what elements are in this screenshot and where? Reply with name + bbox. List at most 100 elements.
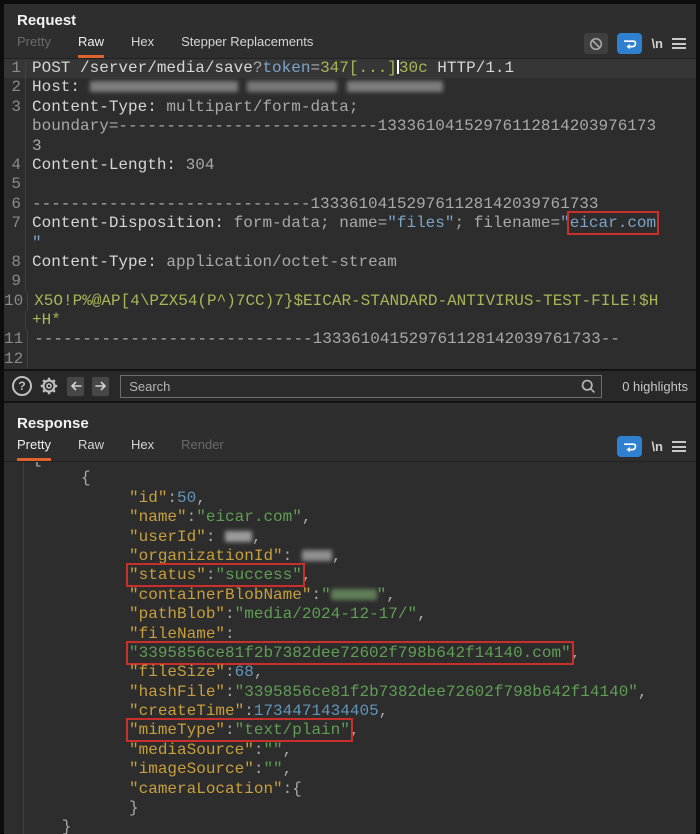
word-wrap-toggle-icon[interactable] [617, 436, 642, 457]
line-number: 1 [4, 59, 26, 78]
line-number [4, 547, 24, 566]
tab-pretty[interactable]: Pretty [17, 433, 51, 461]
code-line: "cameraLocation":{ [4, 780, 696, 799]
search-next-button[interactable] [91, 376, 110, 397]
code-text: { [24, 469, 91, 488]
tab-hex[interactable]: Hex [131, 433, 154, 461]
search-field-wrap [120, 375, 602, 398]
tab-raw[interactable]: Raw [78, 30, 104, 58]
code-text [26, 175, 32, 194]
code-line: "userId": , [4, 528, 696, 547]
code-text: "status":"success", [24, 566, 311, 585]
line-number [4, 663, 24, 682]
redacted-text [247, 81, 337, 92]
code-text: -----------------------------13336104152… [28, 330, 620, 349]
editor-menu-icon[interactable] [672, 441, 686, 452]
code-line: " [4, 234, 696, 253]
redacted-text [331, 589, 377, 600]
line-number [4, 508, 24, 527]
line-number [4, 799, 24, 818]
line-number: 12 [4, 350, 28, 369]
redacted-text [347, 81, 443, 92]
code-line: 2Host: [4, 78, 696, 97]
search-input[interactable] [120, 375, 602, 398]
code-text: "cameraLocation":{ [24, 780, 302, 799]
response-tabs: PrettyRawHexRender [4, 433, 617, 461]
line-number: 6 [4, 195, 26, 214]
line-number: 5 [4, 175, 26, 194]
line-number [4, 311, 26, 330]
search-magnifier-icon [580, 378, 597, 400]
code-line: "fileSize":68, [4, 663, 696, 682]
tab-stepper-replacements[interactable]: Stepper Replacements [181, 30, 313, 58]
code-line: boundary=---------------------------1333… [4, 117, 696, 136]
response-panel-title: Response [4, 403, 696, 435]
code-line: "pathBlob":"media/2024-12-17/", [4, 605, 696, 624]
code-text [28, 350, 34, 369]
line-number: 9 [4, 272, 26, 291]
code-text: "userId": , [24, 528, 262, 547]
line-number [4, 234, 26, 253]
request-panel-title: Request [4, 4, 696, 32]
line-number [4, 741, 24, 760]
request-panel: Request Pretty Raw Hex Stepper Replacements [4, 4, 696, 369]
code-text: POST /server/media/save?token=347[...]30… [26, 59, 514, 78]
tab-pretty: Pretty [17, 30, 51, 58]
newline-toggle-icon[interactable]: \n [651, 36, 663, 51]
line-number [4, 760, 24, 779]
search-settings-gear-icon[interactable] [38, 375, 60, 397]
non-printable-toggle-icon[interactable] [584, 33, 608, 54]
code-text: "name":"eicar.com", [24, 508, 311, 527]
code-line: 8Content-Type: application/octet-stream [4, 253, 696, 272]
code-line: 9 [4, 272, 696, 291]
highlight-box: eicar.com [570, 214, 656, 232]
code-line: } [4, 818, 696, 834]
code-line: [ [4, 462, 696, 469]
code-line: "mimeType":"text/plain", [4, 721, 696, 740]
help-icon[interactable]: ? [12, 376, 32, 396]
line-number: 11 [4, 330, 28, 349]
code-text: "imageSource":"", [24, 760, 292, 779]
search-previous-button[interactable] [66, 376, 85, 397]
response-tabbar: PrettyRawHexRender \n [4, 435, 696, 462]
word-wrap-toggle-icon[interactable] [617, 33, 642, 54]
code-text: Content-Disposition: form-data; name="fi… [26, 214, 656, 233]
code-text: "containerBlobName":"", [24, 586, 396, 605]
code-line: 4Content-Length: 304 [4, 156, 696, 175]
editor-menu-icon[interactable] [672, 38, 686, 49]
line-number [4, 489, 24, 508]
code-text: } [24, 818, 71, 834]
line-number [4, 462, 24, 469]
code-text: [ [24, 462, 43, 469]
code-line: 10X5O!P%@AP[4\PZX54(P^)7CC)7}$EICAR-STAN… [4, 292, 696, 311]
line-number [4, 137, 26, 156]
line-number [4, 818, 24, 834]
code-text: "mimeType":"text/plain", [24, 721, 359, 740]
highlight-box: "3395856ce81f2b7382dee72602f798b642f1414… [129, 644, 571, 662]
code-text: "id":50, [24, 489, 206, 508]
code-text: +H* [26, 311, 61, 330]
request-editor[interactable]: 1POST /server/media/save?token=347[...]3… [4, 59, 696, 369]
response-panel: Response PrettyRawHexRender \n [ { "id":… [4, 403, 696, 834]
code-text: } [24, 799, 139, 818]
tab-raw[interactable]: Raw [78, 433, 104, 461]
code-text: "fileSize":68, [24, 663, 263, 682]
code-line: "mediaSource":"", [4, 741, 696, 760]
code-line: 3 [4, 137, 696, 156]
response-toolbar: \n [617, 436, 696, 461]
line-number: 4 [4, 156, 26, 175]
redacted-text [90, 81, 238, 92]
highlights-count: 0 highlights [622, 379, 688, 394]
search-bar: ? [4, 369, 696, 403]
line-number [4, 605, 24, 624]
code-line: { [4, 469, 696, 488]
code-line: 11-----------------------------133361041… [4, 330, 696, 349]
redacted-text [302, 550, 332, 561]
newline-toggle-icon[interactable]: \n [651, 439, 663, 454]
code-line: 6-----------------------------1333610415… [4, 195, 696, 214]
tab-hex[interactable]: Hex [131, 30, 154, 58]
request-tabbar: Pretty Raw Hex Stepper Replacements \n [4, 32, 696, 59]
response-editor[interactable]: [ { "id":50, "name":"eicar.com", "userId… [4, 462, 696, 834]
request-toolbar: \n [584, 33, 696, 58]
code-text: Content-Type: multipart/form-data; [26, 98, 358, 117]
